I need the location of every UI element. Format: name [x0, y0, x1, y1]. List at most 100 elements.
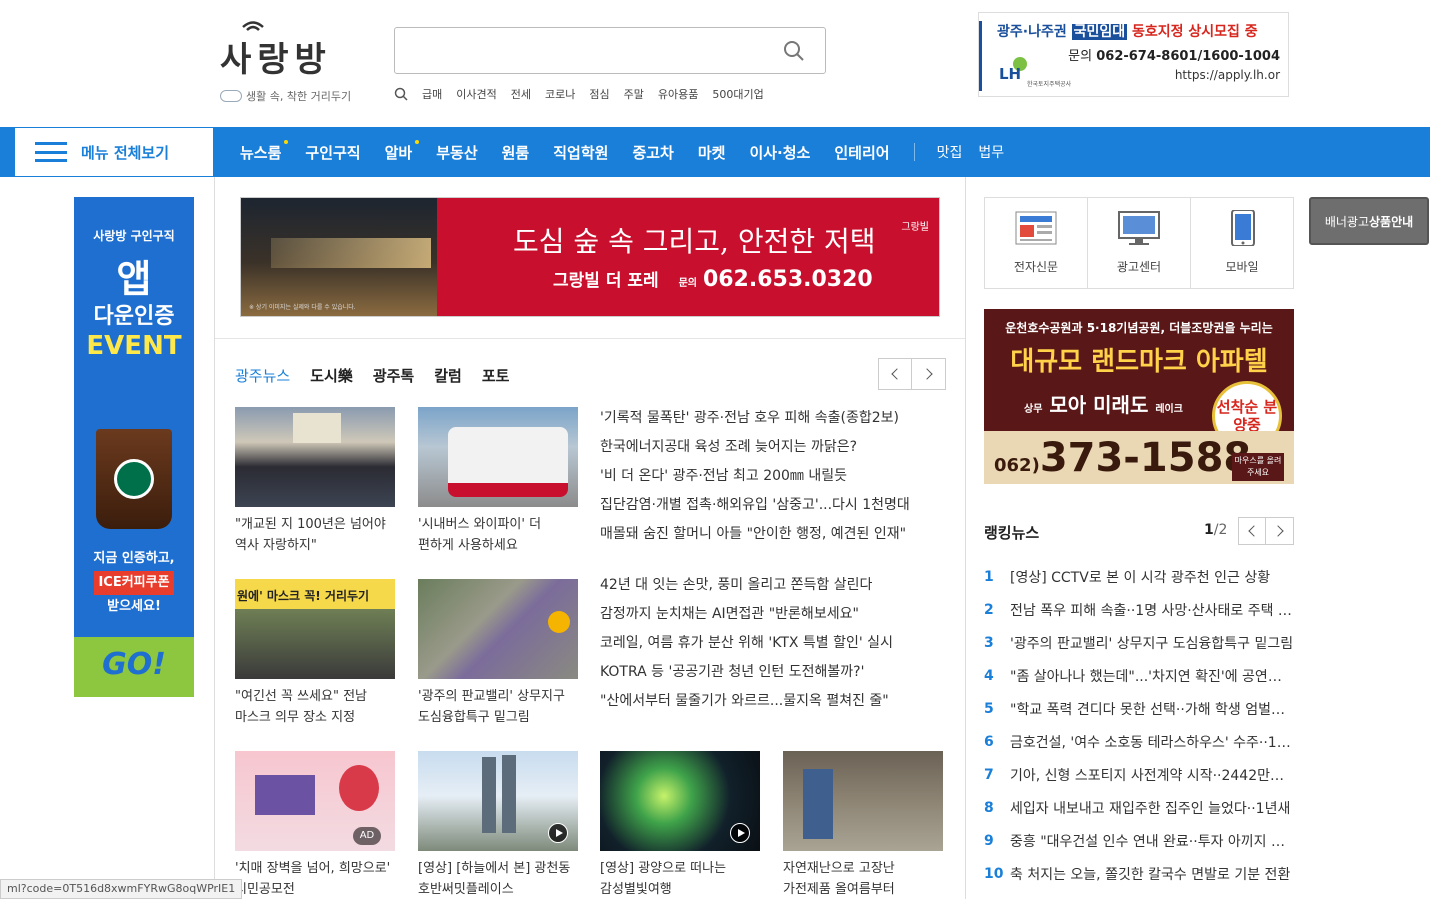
ranking-item[interactable]: 2 전남 폭우 피해 속출··1명 사망·산사태로 주택 매몰: [984, 593, 1294, 626]
nav-item[interactable]: 중고차: [632, 142, 673, 163]
prev-button[interactable]: [878, 358, 912, 390]
nav-item[interactable]: 마켓: [698, 142, 726, 163]
headline-link[interactable]: 매몰돼 숨진 할머니 아들 "안이한 행정, 예견된 인재": [600, 520, 950, 549]
quick-link-epaper[interactable]: 전자신문: [985, 198, 1088, 288]
news-thumb[interactable]: "개교된 지 100년은 넘어야 역사 자랑하지": [235, 407, 395, 556]
keyword-link[interactable]: 급매: [422, 86, 442, 102]
nav-item[interactable]: 구인구직: [305, 142, 360, 163]
next-button[interactable]: [912, 358, 946, 390]
search-box: [394, 27, 826, 74]
top-banner-ad[interactable]: 광주·나주권 국민임대 동호지정 상시모집 중 문의 062-674-8601/…: [978, 12, 1289, 97]
banner-photo-note: ※ 상기 이미지는 실제와 다를 수 있습니다.: [249, 304, 356, 311]
headline-link[interactable]: 집단감염·개별 접촉·해외유입 '삼중고'...다시 1천명대: [600, 491, 950, 520]
tab-city[interactable]: 도시樂: [310, 365, 353, 386]
news-thumb[interactable]: 원에' 마스크 꼭! 거리두기 "여긴선 꼭 쓰세요" 전남 마스크 의무 장소…: [235, 579, 395, 728]
search-input[interactable]: [395, 28, 765, 72]
ranking-number: 8: [984, 799, 994, 816]
tab-photo[interactable]: 포토: [482, 365, 510, 386]
nav-item[interactable]: 부동산: [436, 142, 477, 163]
news-photo: [418, 579, 578, 679]
ranking-title: 랭킹뉴스: [984, 524, 1040, 542]
tab-gwangju-talk[interactable]: 광주톡: [373, 365, 414, 386]
ranking-item[interactable]: 5 "학교 폭력 견디다 못한 선택··가해 학생 엄벌해야": [984, 692, 1294, 725]
nav-item[interactable]: 직업학원: [553, 142, 608, 163]
news-caption: '치매 장벽을 넘어, 희망으로' 시민공모전: [235, 861, 391, 897]
news-tabs: 광주뉴스 도시樂 광주톡 칼럼 포토: [235, 365, 509, 386]
banner-subtitle: 그랑빌 더 포레 문의 062.653.0320: [553, 266, 873, 292]
new-dot-icon: [415, 139, 420, 144]
quick-link-mobile[interactable]: 모바일: [1191, 198, 1293, 288]
headline-link[interactable]: 감정까지 눈치채는 AI면접관 "반론해보세요": [600, 600, 950, 629]
news-photo: [418, 751, 578, 851]
headline-link[interactable]: 42년 대 잇는 손맛, 풍미 올리고 쫀득함 살린다: [600, 571, 950, 600]
ranking-number: 2: [984, 601, 994, 618]
news-caption: "여긴선 꼭 쓰세요" 전남 마스크 의무 장소 지정: [235, 689, 367, 725]
left-ad-bottom2: 받으세요!: [107, 599, 161, 614]
nav-item[interactable]: 인테리어: [834, 142, 889, 163]
headline-link[interactable]: '비 더 온다' 광주·전남 최고 200㎜ 내릴듯: [600, 462, 950, 491]
headline-link[interactable]: '기록적 물폭탄' 광주·전남 호우 피해 속출(종합2보): [600, 404, 950, 433]
ranking-item[interactable]: 4 "좀 살아나나 했는데"...'차지연 확진'에 공연계 비상: [984, 659, 1294, 692]
news-thumb[interactable]: [영상] [하늘에서 본] 광천동 호반써밋플레이스: [418, 751, 578, 899]
nav-item[interactable]: 이사·청소: [749, 142, 810, 163]
left-ad-top: 사랑방 구인구직: [93, 229, 175, 243]
right-ad-top: 운천호수공원과 5·18기념공원, 더블조망권을 누리는: [1005, 321, 1273, 335]
headline-link[interactable]: 한국에너지공대 육성 조례 늦어지는 까닭은?: [600, 433, 950, 462]
news-thumb[interactable]: [영상] 광양으로 떠나는 감성별빛여행: [600, 751, 760, 899]
ranking-number: 4: [984, 667, 994, 684]
keyword-link[interactable]: 주말: [624, 86, 644, 102]
banner-ad-info-button[interactable]: 배너광고 상품안내: [1309, 197, 1429, 245]
ranking-item[interactable]: 9 중흥 "대우건설 인수 연내 완료··투자 아끼지 않겠다": [984, 824, 1294, 857]
banner-headline: 광주·나주권 국민임대 동호지정 상시모집 중: [997, 21, 1280, 41]
news-photo: AD: [235, 751, 395, 851]
lh-logo-sub: 한국토지주택공사: [1027, 81, 1072, 88]
keyword-link[interactable]: 점심: [589, 86, 609, 102]
news-thumb[interactable]: AD '치매 장벽을 넘어, 희망으로' 시민공모전: [235, 751, 395, 899]
keyword-link[interactable]: 코로나: [545, 86, 575, 102]
quick-link-ad-center[interactable]: 광고센터: [1088, 198, 1191, 288]
ranking-item[interactable]: 3 '광주의 판교밸리' 상무지구 도심융합특구 밑그림: [984, 626, 1294, 659]
ranking-next-button[interactable]: [1266, 517, 1294, 545]
ranking-item[interactable]: 7 기아, 신형 스포티지 사전계약 시작··2442만원부터: [984, 758, 1294, 791]
nav-item[interactable]: 원룸: [502, 142, 530, 163]
ranking-text: 금호건설, '여수 소호동 테라스하우스' 수주··1천억원: [1010, 734, 1294, 751]
right-ad-title: 대규모 랜드마크 아파텔: [1010, 347, 1268, 377]
main-banner-ad[interactable]: ※ 상기 이미지는 실제와 다를 수 있습니다. 도심 숲 속 그리고, 안전한…: [240, 197, 940, 317]
search-icon[interactable]: [783, 40, 805, 62]
news-thumb[interactable]: '시내버스 와이파이' 더 편하게 사용하세요: [418, 407, 578, 556]
news-photo: 원에' 마스크 꼭! 거리두기: [235, 579, 395, 679]
ranking-item[interactable]: 8 세입자 내보내고 재입주한 집주인 늘었다··1년새: [984, 791, 1294, 824]
keyword-link[interactable]: 이사견적: [456, 86, 496, 102]
news-thumb[interactable]: '광주의 판교밸리' 상무지구 도심융합특구 밑그림: [418, 579, 578, 728]
ranking-list: 1 [영상] CCTV로 본 이 시각 광주천 인근 상황 2 전남 폭우 피해 속출…: [984, 560, 1294, 890]
ranking-number: 5: [984, 700, 994, 717]
keyword-link[interactable]: 전세: [511, 86, 531, 102]
nav-item[interactable]: 뉴스룸: [240, 139, 289, 163]
quick-link-label: 전자신문: [1013, 260, 1059, 274]
news-thumb[interactable]: 자연재난으로 고장난 가전제품 올여름부터 무상수리: [783, 751, 943, 899]
ranking-item[interactable]: 1 [영상] CCTV로 본 이 시각 광주천 인근 상황: [984, 560, 1294, 593]
menu-all-label: 메뉴 전체보기: [81, 143, 170, 162]
main-nav: 메뉴 전체보기 뉴스룸 구인구직 알바 부동산 원룸 직업학원 중고차 마켓 이사·청소 인테리어…: [0, 127, 1430, 177]
headline-link[interactable]: "산에서부터 물줄기가 와르르...물지옥 펼쳐진 줄": [600, 687, 950, 716]
nav-item[interactable]: 법무: [978, 142, 1004, 162]
site-logo[interactable]: 사랑방 생활 속, 착한 거리두기: [220, 18, 370, 108]
banner-brand: 그랑빌 더 포레: [553, 271, 659, 291]
tab-gwangju-news[interactable]: 광주뉴스: [235, 365, 290, 386]
headline-link[interactable]: 코레일, 여름 휴가 분산 위해 'KTX 특별 할인' 실시: [600, 629, 950, 658]
ranking-item[interactable]: 6 금호건설, '여수 소호동 테라스하우스' 수주··1천억원: [984, 725, 1294, 758]
menu-all-button[interactable]: 메뉴 전체보기: [14, 127, 214, 177]
right-banner-ad[interactable]: 운천호수공원과 5·18기념공원, 더블조망권을 누리는 대규모 랜드마크 아파…: [984, 309, 1294, 484]
keyword-link[interactable]: 유아용품: [658, 86, 698, 102]
nav-item[interactable]: 알바: [385, 139, 420, 163]
left-ad-go: GO!: [74, 637, 194, 697]
tab-column[interactable]: 칼럼: [434, 365, 462, 386]
ranking-prev-button[interactable]: [1238, 517, 1266, 545]
left-side-ad[interactable]: 사랑방 구인구직 앱 다운인증 EVENT 지금 인증하고, ICE커피쿠폰 받…: [74, 197, 194, 697]
quick-link-label: 광고센터: [1116, 260, 1162, 274]
nav-item[interactable]: 맛집: [937, 142, 963, 162]
ranking-number: 3: [984, 634, 994, 651]
headline-link[interactable]: KOTRA 등 '공공기관 청년 인턴 도전해볼까?': [600, 658, 950, 687]
ranking-item[interactable]: 10 축 처지는 오늘, 쫄깃한 칼국수 면발로 기분 전환: [984, 857, 1294, 890]
keyword-link[interactable]: 500대기업: [712, 86, 763, 102]
